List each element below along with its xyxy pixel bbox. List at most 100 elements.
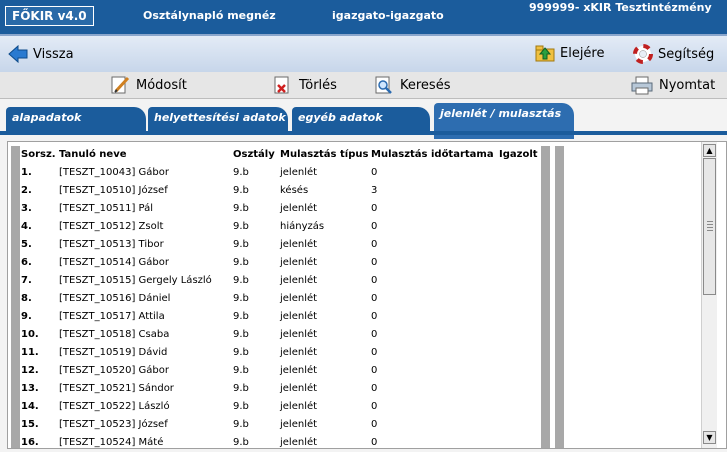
cell-row-number: 7. <box>21 275 32 286</box>
column-header-excused: Igazolt <box>499 149 538 160</box>
home-button[interactable]: Elejére <box>535 44 605 62</box>
table-right-border <box>555 146 564 448</box>
cell-row-number: 4. <box>21 221 32 232</box>
back-button[interactable]: Vissza <box>8 45 74 63</box>
cell-class: 9.b <box>233 167 249 178</box>
table-column-separator <box>541 146 550 448</box>
cell-row-number: 9. <box>21 311 32 322</box>
edit-button[interactable]: Módosít <box>110 75 187 95</box>
tab-basic-data[interactable]: alapadatok <box>6 107 146 131</box>
column-header-absence-type: Mulasztás típus <box>280 149 369 160</box>
cell-student-name: [TESZT_10510] József <box>59 185 168 196</box>
search-button[interactable]: Keresés <box>374 75 450 95</box>
vertical-scrollbar[interactable]: ▲ ▼ <box>701 142 717 448</box>
thumb-grip <box>707 221 713 222</box>
lifebuoy-icon <box>633 44 653 64</box>
cell-student-name: [TESZT_10514] Gábor <box>59 257 169 268</box>
cell-absence-type: késés <box>280 185 309 196</box>
cell-student-name: [TESZT_10043] Gábor <box>59 167 169 178</box>
cell-absence-type: hiányzás <box>280 221 325 232</box>
app-logo: FŐKIR v4.0 <box>5 6 94 26</box>
column-header-absence-duration: Mulasztás időtartama <box>371 149 494 160</box>
cell-absence-type: jelenlét <box>280 257 318 268</box>
cell-absence-duration: 0 <box>371 437 378 448</box>
cell-absence-duration: 0 <box>371 365 378 376</box>
cell-absence-type: jelenlét <box>280 239 318 250</box>
cell-class: 9.b <box>233 419 249 430</box>
cell-student-name: [TESZT_10513] Tibor <box>59 239 164 250</box>
current-user: igazgato-igazgato <box>332 9 444 22</box>
cell-absence-type: jelenlét <box>280 419 318 430</box>
cell-absence-type: jelenlét <box>280 167 318 178</box>
cell-row-number: 14. <box>21 401 39 412</box>
cell-class: 9.b <box>233 221 249 232</box>
cell-absence-type: jelenlét <box>280 401 318 412</box>
cell-class: 9.b <box>233 185 249 196</box>
cell-row-number: 15. <box>21 419 39 430</box>
cell-absence-duration: 0 <box>371 419 378 430</box>
magnifier-document-icon <box>375 76 392 94</box>
cell-absence-duration: 0 <box>371 383 378 394</box>
attendance-table: Sorsz. Tanuló neve Osztály Mulasztás típ… <box>8 142 700 448</box>
arrow-down-icon: ▼ <box>706 433 713 442</box>
cell-absence-duration: 0 <box>371 239 378 250</box>
cell-row-number: 16. <box>21 437 39 448</box>
cell-absence-duration: 0 <box>371 347 378 358</box>
tab-other-data[interactable]: egyéb adatok <box>292 107 430 131</box>
cell-student-name: [TESZT_10515] Gergely László <box>59 275 212 286</box>
tab-substitution-data[interactable]: helyettesítési adatok <box>148 107 288 131</box>
print-button[interactable]: Nyomtat <box>631 75 715 95</box>
cell-absence-duration: 0 <box>371 311 378 322</box>
cell-row-number: 5. <box>21 239 32 250</box>
help-button[interactable]: Segítség <box>633 44 714 64</box>
cell-row-number: 13. <box>21 383 39 394</box>
cell-row-number: 12. <box>21 365 39 376</box>
scrollbar-thumb[interactable] <box>703 158 716 295</box>
cell-row-number: 10. <box>21 329 39 340</box>
cell-class: 9.b <box>233 383 249 394</box>
cell-absence-duration: 0 <box>371 167 378 178</box>
cell-absence-duration: 0 <box>371 293 378 304</box>
attendance-panel: Sorsz. Tanuló neve Osztály Mulasztás típ… <box>7 141 727 449</box>
page-name: Osztálynapló megnéz <box>143 9 276 22</box>
print-label: Nyomtat <box>659 77 716 93</box>
cell-absence-duration: 0 <box>371 257 378 268</box>
tab-bar: alapadatok helyettesítési adatok egyéb a… <box>0 99 727 139</box>
cell-row-number: 6. <box>21 257 32 268</box>
cell-student-name: [TESZT_10523] József <box>59 419 168 430</box>
action-toolbar: Módosít Törlés Keresés Nyomtat <box>0 72 727 99</box>
home-label: Elejére <box>560 45 605 61</box>
cell-absence-duration: 0 <box>371 401 378 412</box>
cell-student-name: [TESZT_10518] Csaba <box>59 329 170 340</box>
scroll-up-button[interactable]: ▲ <box>703 144 716 157</box>
scroll-down-button[interactable]: ▼ <box>703 431 716 444</box>
delete-document-icon <box>274 76 289 94</box>
app-header: FŐKIR v4.0 Osztálynapló megnéz igazgato-… <box>0 0 727 34</box>
cell-class: 9.b <box>233 347 249 358</box>
cell-absence-duration: 0 <box>371 329 378 340</box>
cell-student-name: [TESZT_10512] Zsolt <box>59 221 164 232</box>
delete-button[interactable]: Törlés <box>273 75 337 95</box>
cell-absence-type: jelenlét <box>280 437 318 448</box>
arrow-left-icon <box>8 45 28 63</box>
arrow-up-icon: ▲ <box>706 146 713 155</box>
cell-student-name: [TESZT_10511] Pál <box>59 203 154 214</box>
cell-student-name: [TESZT_10519] Dávid <box>59 347 168 358</box>
cell-row-number: 11. <box>21 347 39 358</box>
folder-up-icon <box>535 45 555 62</box>
cell-absence-type: jelenlét <box>280 203 318 214</box>
search-label: Keresés <box>400 77 451 93</box>
help-label: Segítség <box>658 46 715 62</box>
cell-class: 9.b <box>233 401 249 412</box>
thumb-grip <box>707 227 713 228</box>
institution-name: 999999- xKIR Tesztintézmény <box>529 1 712 14</box>
cell-row-number: 1. <box>21 167 32 178</box>
cell-absence-type: jelenlét <box>280 293 318 304</box>
cell-class: 9.b <box>233 275 249 286</box>
printer-icon <box>631 76 653 95</box>
back-label: Vissza <box>33 46 74 62</box>
tab-underline <box>0 131 727 135</box>
cell-class: 9.b <box>233 239 249 250</box>
cell-absence-type: jelenlét <box>280 275 318 286</box>
cell-absence-type: jelenlét <box>280 311 318 322</box>
